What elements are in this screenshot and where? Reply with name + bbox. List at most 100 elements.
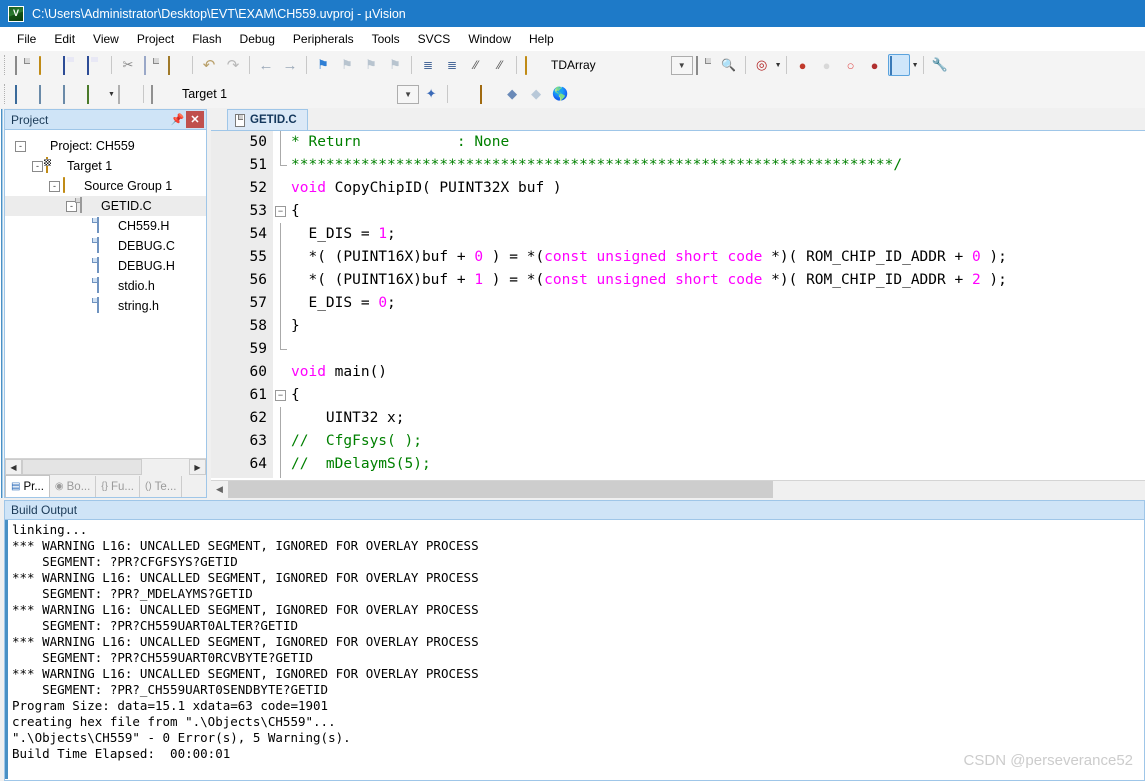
insert-breakpoint-button[interactable]: ● <box>792 54 814 76</box>
fold-toggle-icon[interactable]: − <box>275 390 286 401</box>
tree-item[interactable]: string.h <box>5 296 206 316</box>
build-button[interactable] <box>36 83 58 105</box>
stop-build-button[interactable] <box>116 83 138 105</box>
panel-tab-3[interactable]: () Te... <box>140 476 183 497</box>
menu-item-debug[interactable]: Debug <box>231 29 284 49</box>
save-button[interactable] <box>60 54 82 76</box>
code-view[interactable]: 50 * Return : None 51 *********************… <box>211 131 1145 478</box>
fold-toggle-icon[interactable]: − <box>275 206 286 217</box>
bookmark-prev-button[interactable]: ⚑ <box>336 54 358 76</box>
fold-end-marker <box>280 338 287 350</box>
pin-icon[interactable]: 📌 <box>169 111 186 128</box>
navigate-forward-button[interactable]: → <box>279 54 301 76</box>
menu-item-peripherals[interactable]: Peripherals <box>284 29 363 49</box>
manage-project-items-button[interactable] <box>453 83 475 105</box>
bookmark-next-button[interactable]: ⚑ <box>360 54 382 76</box>
open-file-button[interactable] <box>36 54 58 76</box>
code-line: 51 **************************************… <box>211 154 1145 177</box>
search-value[interactable]: TDArray <box>551 58 596 72</box>
menu-item-edit[interactable]: Edit <box>45 29 84 49</box>
wrench-icon[interactable]: 🔧 <box>929 54 951 76</box>
code-line: 56 *( (PUINT16X)buf + 1 ) = *(const unsi… <box>211 269 1145 292</box>
line-number: 60 <box>249 364 267 380</box>
menu-item-help[interactable]: Help <box>520 29 563 49</box>
menu-item-flash[interactable]: Flash <box>183 29 230 49</box>
find-in-files-button[interactable] <box>694 54 716 76</box>
line-number: 63 <box>249 433 267 449</box>
panel-tab-2[interactable]: {} Fu... <box>96 476 140 497</box>
tree-expander[interactable]: - <box>49 180 60 192</box>
chevron-down-icon[interactable]: ▼ <box>912 62 919 69</box>
save-all-button[interactable] <box>84 54 106 76</box>
undo-button[interactable]: ↶ <box>198 54 220 76</box>
tab-getid-c[interactable]: GETID.C <box>227 109 308 130</box>
books-tab-icon: ◉ <box>54 481 64 492</box>
copy-button[interactable] <box>141 54 163 76</box>
comment-button[interactable]: ⁄⁄ <box>465 54 487 76</box>
redo-button[interactable]: ↷ <box>222 54 244 76</box>
cut-button[interactable]: ✂ <box>117 54 139 76</box>
uncomment-button[interactable]: ⁄⁄ <box>489 54 511 76</box>
scroll-left-arrow[interactable]: ◀ <box>211 481 228 498</box>
indent-button[interactable]: ≣ <box>417 54 439 76</box>
chevron-down-icon[interactable]: ▼ <box>108 91 115 98</box>
tree-item[interactable]: DEBUG.C <box>5 236 206 256</box>
target-dropdown-button[interactable]: ▼ <box>397 84 420 104</box>
scroll-right-arrow[interactable]: ▶ <box>189 459 206 475</box>
manage-windows-button[interactable] <box>887 54 910 76</box>
paste-button[interactable] <box>165 54 187 76</box>
components-button[interactable]: ◆ <box>501 83 523 105</box>
menu-item-window[interactable]: Window <box>459 29 520 49</box>
kill-all-breakpoints-button[interactable]: ● <box>864 54 886 76</box>
line-number: 52 <box>249 180 267 196</box>
pack-installer-button[interactable]: ◆ <box>525 83 547 105</box>
tree-item[interactable]: CH559.H <box>5 216 206 236</box>
fold-guide-line <box>280 269 281 292</box>
tree-item[interactable]: - Source Group 1 <box>5 176 206 196</box>
navigate-back-button[interactable]: ← <box>255 54 277 76</box>
tree-item[interactable]: stdio.h <box>5 276 206 296</box>
scroll-track[interactable] <box>22 459 189 475</box>
project-tree-hscrollbar[interactable]: ◀ ▶ <box>5 458 206 475</box>
menu-item-tools[interactable]: Tools <box>363 29 409 49</box>
bookmark-toggle-button[interactable]: ⚑ <box>312 54 334 76</box>
editor-hscrollbar[interactable]: ◀ <box>211 480 1145 498</box>
kill-breakpoint-button[interactable]: ● <box>816 54 838 76</box>
scroll-thumb[interactable] <box>22 459 142 475</box>
open-folder-button[interactable] <box>522 54 544 76</box>
target-selector[interactable]: Target 1 <box>182 87 227 101</box>
magnifier-icon[interactable]: ◎ <box>751 54 773 76</box>
menu-item-view[interactable]: View <box>84 29 128 49</box>
tree-item[interactable]: DEBUG.H <box>5 256 206 276</box>
menu-item-svcs[interactable]: SVCS <box>409 29 460 49</box>
bookmark-clear-button[interactable]: ⚑ <box>384 54 406 76</box>
binoculars-icon[interactable]: 🔍 <box>718 54 740 76</box>
outdent-button[interactable]: ≣ <box>441 54 463 76</box>
chevron-down-icon[interactable]: ▼ <box>775 62 782 69</box>
tree-expander[interactable]: - <box>15 140 26 152</box>
tree-item[interactable]: - GETID.C <box>5 196 206 216</box>
tree-expander[interactable]: - <box>32 160 43 172</box>
translate-button[interactable] <box>12 83 34 105</box>
code-text: } <box>291 318 300 334</box>
menu-item-file[interactable]: File <box>8 29 45 49</box>
tree-item[interactable]: - Project: CH559 <box>5 136 206 156</box>
download-button[interactable] <box>149 83 171 105</box>
disable-breakpoint-button[interactable]: ○ <box>840 54 862 76</box>
build-output-body[interactable]: linking... *** WARNING L16: UNCALLED SEGM… <box>5 520 1144 779</box>
multi-project-button[interactable] <box>477 83 499 105</box>
search-dropdown-button[interactable]: ▼ <box>670 55 693 75</box>
scroll-track[interactable] <box>228 481 1145 498</box>
tree-item[interactable]: - Target 1 <box>5 156 206 176</box>
batch-build-button[interactable] <box>84 83 106 105</box>
magic-wand-icon[interactable]: ✦ <box>420 83 442 105</box>
scroll-thumb[interactable] <box>228 481 773 498</box>
rebuild-button[interactable] <box>60 83 82 105</box>
menu-item-project[interactable]: Project <box>128 29 183 49</box>
globe-icon[interactable]: 🌎 <box>549 83 571 105</box>
panel-tab-1[interactable]: ◉ Bo... <box>50 476 97 497</box>
new-file-button[interactable] <box>12 54 34 76</box>
panel-tab-0[interactable]: ▤ Pr... <box>5 475 50 497</box>
scroll-left-arrow[interactable]: ◀ <box>5 459 22 475</box>
close-icon[interactable]: ✕ <box>186 111 204 128</box>
